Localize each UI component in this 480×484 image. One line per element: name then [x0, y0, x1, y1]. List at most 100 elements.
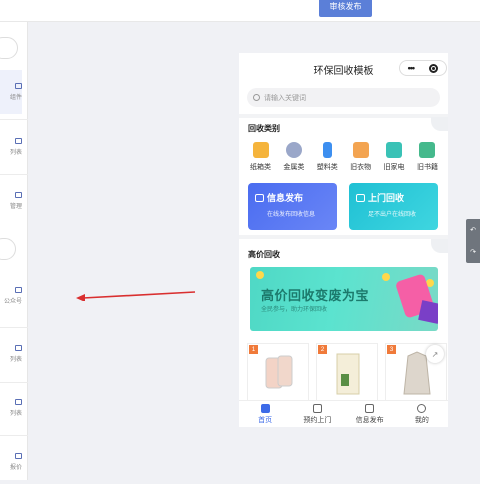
- panel-item-list-3[interactable]: 列表: [0, 386, 22, 430]
- panel-item-components[interactable]: 组件: [0, 70, 22, 114]
- more-icon[interactable]: •••: [408, 63, 416, 73]
- divider: [0, 119, 28, 120]
- panel-item-manage[interactable]: 管理: [0, 179, 22, 223]
- corner-decoration: [431, 117, 448, 131]
- list-icon: [15, 345, 22, 351]
- component-icon: [15, 83, 22, 89]
- category-clothes[interactable]: 旧衣物: [344, 142, 377, 172]
- red-annotation-arrow: [76, 291, 196, 301]
- manage-icon: [15, 192, 22, 198]
- share-icon[interactable]: ↗: [426, 345, 444, 363]
- book-icon: [419, 142, 436, 158]
- document-icon: [312, 403, 322, 413]
- rank-badge: 1: [249, 345, 258, 354]
- publish-button[interactable]: 审核发布: [319, 0, 372, 17]
- panel-item-label: 列表: [9, 411, 22, 417]
- panel-item-quote[interactable]: 报价: [0, 440, 22, 484]
- top-toolbar: 审核发布: [0, 0, 480, 22]
- category-label: 旧书籍: [416, 164, 438, 171]
- mini-program-preview: 环保回收模板 ••• 请输入关键词 回收类别 纸箱类 金属类 塑料类 旧衣物 旧…: [239, 53, 448, 427]
- card-title: 上门回收: [368, 193, 405, 203]
- panel-item-list[interactable]: 列表: [0, 125, 22, 169]
- wechat-icon: [15, 287, 22, 293]
- tab-home[interactable]: 首页: [239, 401, 291, 427]
- home-pickup-card[interactable]: 上门回收 足不出户在线回收: [349, 183, 438, 230]
- panel-item-label: 列表: [9, 150, 22, 156]
- panel-search-pill[interactable]: [0, 37, 18, 59]
- tab-label: 我的: [414, 416, 429, 424]
- category-label: 塑料类: [316, 164, 338, 171]
- promo-banner[interactable]: 高价回收变废为宝 全民参与，助力环保回收: [250, 267, 438, 331]
- close-target-icon[interactable]: [429, 63, 439, 73]
- coin-decoration: [382, 273, 390, 281]
- category-metal[interactable]: 金属类: [277, 142, 310, 172]
- tab-info-publish[interactable]: 信息发布: [344, 401, 396, 427]
- shirt-icon: [352, 142, 369, 158]
- gift-box-illustration: [418, 300, 438, 324]
- capsule-menu[interactable]: •••: [399, 60, 447, 76]
- category-books[interactable]: 旧书籍: [411, 142, 444, 172]
- list-icon: [15, 138, 22, 144]
- section-gap: [239, 114, 448, 118]
- quote-icon: [15, 453, 22, 459]
- product-card[interactable]: 1: [247, 343, 309, 401]
- search-placeholder: 请输入关键词: [264, 94, 306, 102]
- category-paper[interactable]: 纸箱类: [244, 142, 277, 172]
- redo-icon[interactable]: ↷: [470, 248, 476, 256]
- divider: [0, 382, 28, 383]
- panel-item-official-account[interactable]: 公众号: [0, 274, 22, 318]
- publish-icon: [255, 193, 264, 202]
- product-row: 1 2 3: [247, 343, 447, 401]
- category-label: 旧衣物: [350, 164, 372, 171]
- section-title-high-price: 高价回收: [248, 250, 280, 259]
- section-title-categories: 回收类别: [248, 124, 280, 133]
- tab-label: 预约上门: [303, 416, 332, 424]
- category-grid: 纸箱类 金属类 塑料类 旧衣物 旧家电 旧书籍: [244, 142, 444, 172]
- panel-item-label: 组件: [9, 95, 22, 101]
- tab-appointment[interactable]: 预约上门: [291, 401, 343, 427]
- metal-icon: [285, 142, 302, 158]
- user-icon: [417, 403, 427, 413]
- section-gap: [239, 235, 448, 239]
- divider: [0, 327, 28, 328]
- truck-icon: [356, 193, 365, 202]
- panel-search-pill[interactable]: [0, 238, 16, 260]
- home-icon: [260, 403, 270, 413]
- bottle-icon: [322, 142, 332, 158]
- rank-badge: 3: [387, 345, 396, 354]
- rank-badge: 2: [318, 345, 327, 354]
- floating-toolbar[interactable]: ↶ ↷: [466, 219, 480, 263]
- category-label: 金属类: [283, 164, 305, 171]
- banner-title: 高价回收变废为宝: [261, 288, 370, 303]
- banner-subtitle: 全民参与，助力环保回收: [261, 307, 328, 313]
- undo-icon[interactable]: ↶: [470, 226, 476, 234]
- category-label: 旧家电: [383, 164, 405, 171]
- grid-icon: [365, 403, 375, 413]
- panel-item-label: 管理: [9, 204, 22, 210]
- panel-item-list-2[interactable]: 列表: [0, 332, 22, 376]
- coin-decoration: [256, 271, 264, 279]
- card-subtitle: 在线发布回收信息: [267, 212, 316, 218]
- card-subtitle: 足不出户在线回收: [368, 212, 417, 218]
- tab-label: 首页: [258, 416, 273, 424]
- category-appliance[interactable]: 旧家电: [378, 142, 411, 172]
- tab-mine[interactable]: 我的: [396, 401, 448, 427]
- left-component-panel: 组件 列表 管理 公众号 列表 列表 报价: [0, 22, 28, 480]
- divider: [0, 174, 28, 175]
- list-icon: [15, 399, 22, 405]
- phone-header: 环保回收模板 •••: [239, 53, 448, 83]
- panel-item-label: 报价: [9, 465, 22, 471]
- info-publish-card[interactable]: 信息发布 在线发布回收信息: [248, 183, 337, 230]
- category-label: 纸箱类: [250, 164, 271, 171]
- appliance-icon: [386, 142, 403, 158]
- bottom-tabbar: 首页 预约上门 信息发布 我的: [239, 400, 448, 427]
- corner-decoration: [431, 239, 448, 253]
- card-title: 信息发布: [267, 193, 304, 203]
- search-icon: [253, 94, 260, 101]
- product-card[interactable]: 2: [316, 343, 378, 401]
- box-icon: [252, 142, 269, 158]
- search-input[interactable]: 请输入关键词: [247, 88, 440, 107]
- category-plastic[interactable]: 塑料类: [311, 142, 344, 172]
- divider: [0, 435, 28, 436]
- panel-item-label: 公众号: [3, 299, 22, 305]
